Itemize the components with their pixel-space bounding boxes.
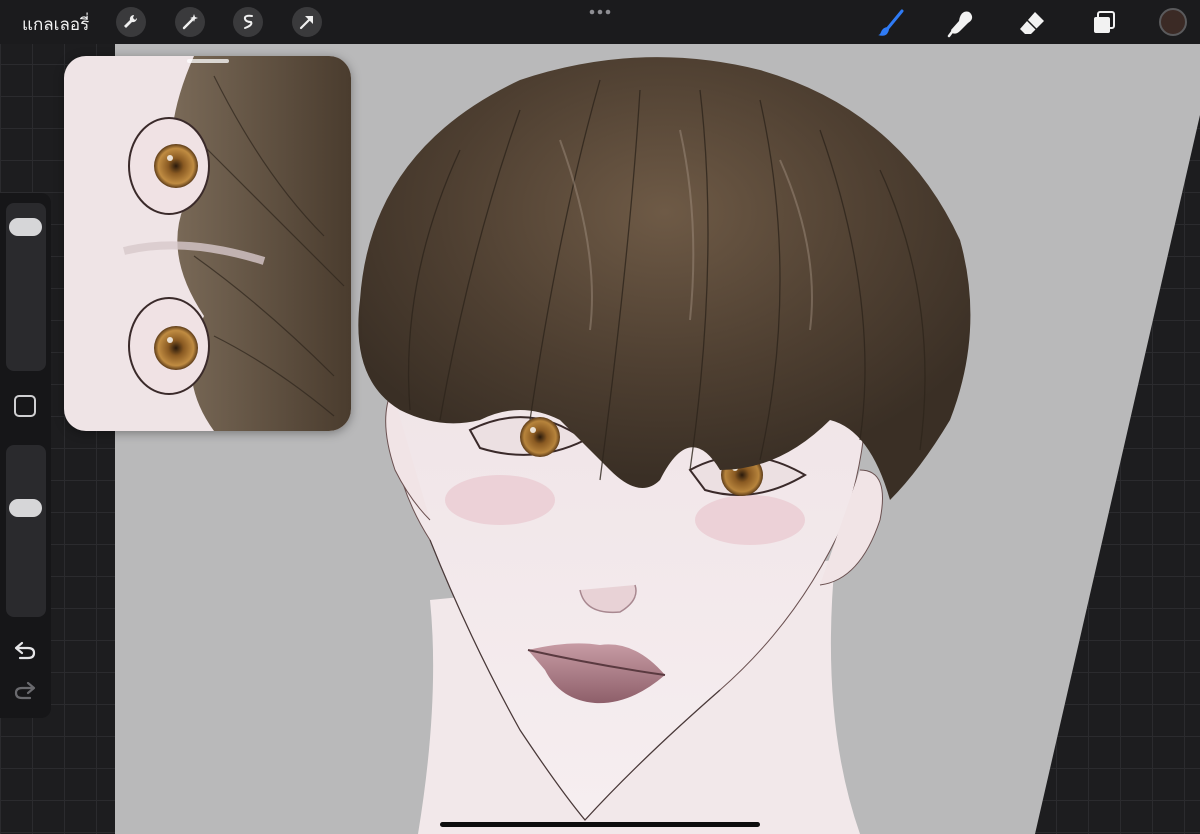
opacity-thumb[interactable] xyxy=(9,499,42,517)
more-options-icon[interactable] xyxy=(589,7,611,17)
smudge-icon[interactable] xyxy=(946,8,976,38)
modify-button[interactable] xyxy=(14,395,36,417)
left-iris xyxy=(520,417,560,457)
reference-drag-handle[interactable] xyxy=(187,59,229,63)
brush-icon[interactable] xyxy=(876,8,906,38)
color-picker-swatch[interactable] xyxy=(1159,8,1187,36)
redo-icon[interactable] xyxy=(13,681,37,703)
right-blush xyxy=(695,495,805,545)
transform-button[interactable] xyxy=(292,7,322,37)
home-indicator[interactable] xyxy=(440,822,760,827)
sidebar xyxy=(0,193,51,718)
top-toolbar: แกลเลอรี่ xyxy=(0,0,1200,44)
gallery-button[interactable]: แกลเลอรี่ xyxy=(22,11,89,38)
reference-artwork xyxy=(64,56,351,431)
undo-icon[interactable] xyxy=(13,641,37,663)
left-eye-highlight xyxy=(530,427,536,433)
wrench-icon xyxy=(124,14,138,28)
brush-size-thumb[interactable] xyxy=(9,218,42,236)
brush-size-slider[interactable] xyxy=(6,203,46,371)
selection-icon xyxy=(243,14,253,29)
opacity-slider[interactable] xyxy=(6,445,46,617)
actions-button[interactable] xyxy=(116,7,146,37)
selection-button[interactable] xyxy=(233,7,263,37)
transform-arrow-icon xyxy=(299,15,314,30)
left-blush xyxy=(445,475,555,525)
reference-window[interactable] xyxy=(64,56,351,431)
eraser-icon[interactable] xyxy=(1017,8,1047,38)
adjustments-button[interactable] xyxy=(175,7,205,37)
layers-icon[interactable] xyxy=(1089,8,1119,38)
magic-wand-icon xyxy=(182,14,198,30)
